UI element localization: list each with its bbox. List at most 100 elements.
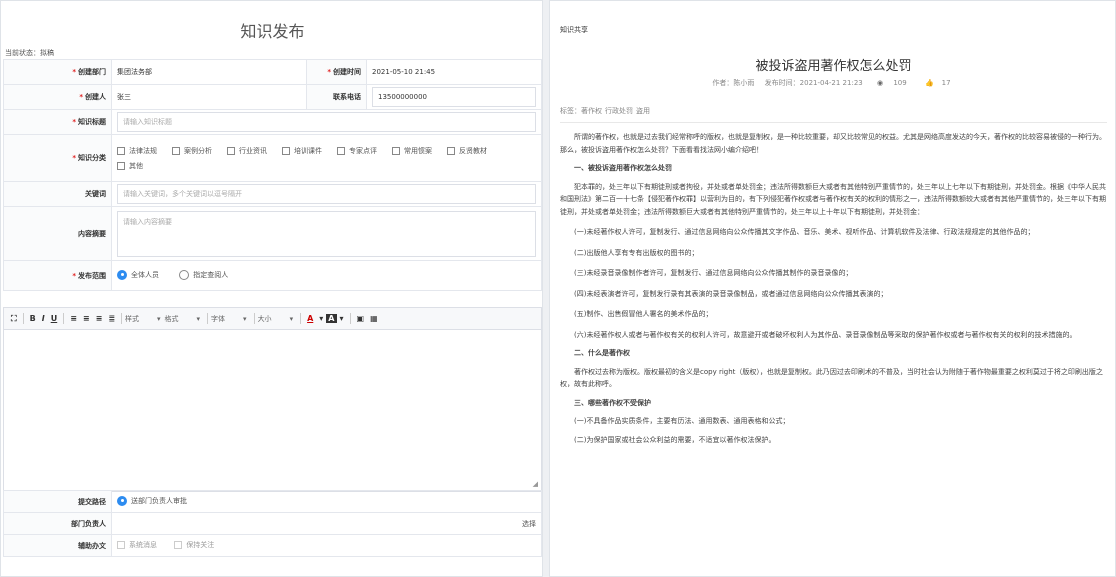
tag-item[interactable]: 盗用 — [636, 107, 650, 115]
tags-label: 标签： — [560, 107, 581, 115]
keywords-input[interactable] — [117, 184, 536, 204]
toolbar-divider — [22, 313, 24, 324]
caret-down-icon[interactable]: ▾ — [337, 314, 347, 323]
submit-path-label: 提交路径 — [3, 490, 112, 513]
thumbs-up-icon: 👍 — [924, 79, 934, 87]
font-color-button[interactable]: A — [304, 314, 316, 323]
breadcrumb[interactable]: 知识共享 — [560, 25, 588, 35]
caret-down-icon[interactable]: ▾ — [316, 314, 326, 323]
checkbox-icon — [172, 146, 180, 155]
scope-radio-specified[interactable]: 指定查阅人 — [179, 269, 228, 280]
checkbox-icon — [117, 146, 125, 155]
checkbox-icon — [282, 146, 290, 155]
section-heading: 三、哪些著作权不受保护 — [574, 398, 651, 407]
category-checkbox[interactable]: 培训课件 — [282, 146, 322, 156]
radio-checked-icon — [117, 495, 127, 506]
dept-value: 集团法务部 — [111, 59, 307, 85]
tag-item[interactable]: 著作权 — [581, 107, 602, 115]
fullscreen-icon[interactable]: ⛶ — [8, 314, 20, 324]
bold-button[interactable]: B — [27, 314, 39, 323]
category-label: * 知识分类 — [3, 134, 112, 182]
category-checkbox[interactable]: 专家点评 — [337, 146, 377, 156]
caret-down-icon: ▾ — [243, 314, 247, 323]
format-dropdown[interactable]: 格式 ▾ — [165, 314, 201, 324]
paragraph: 犯本罪的，处三年以下有期徒刑或者拘役，并处或者单处罚金；违法所得数额巨大或者有其… — [560, 182, 1106, 216]
paragraph: (二)出版他人享有专有出版权的图书的； — [574, 248, 699, 257]
editor-content-area[interactable] — [4, 330, 541, 490]
paragraph: (一)不具备作品实质条件，主要有历法、通用数表、通用表格和公式； — [574, 417, 790, 425]
assist-checkbox-follow[interactable]: 保持关注 — [174, 540, 214, 550]
paragraph: (六)未经著作权人或者与著作权有关的权利人许可，故意避开或者破坏权利人为其作品、… — [574, 330, 1077, 339]
toolbar-divider — [349, 313, 351, 324]
checkbox-icon — [447, 146, 455, 155]
category-checkbox[interactable]: 法律法规 — [117, 146, 157, 156]
radio-checked-icon — [117, 269, 127, 280]
category-checkbox[interactable]: 案例分析 — [172, 146, 212, 156]
size-dropdown[interactable]: 大小 ▾ — [258, 314, 294, 324]
align-left-icon[interactable]: ≡ — [67, 314, 80, 323]
category-checkbox-group: 法律法规 案例分析 行业资讯 培训课件 专家点评 常用惯案 反贤教材 其他 — [117, 146, 536, 171]
tag-item[interactable]: 行政处罚 — [605, 107, 633, 115]
toolbar-divider — [207, 313, 209, 324]
submit-table: 提交路径 送部门负责人审批 部门负责人 选择 辅助办文 系统消息 保持关注 — [3, 490, 542, 557]
toolbar-divider — [253, 313, 255, 324]
toolbar-divider — [63, 313, 65, 324]
resize-grip-icon[interactable]: ◢ — [533, 480, 538, 488]
title-label: * 知识标题 — [3, 109, 112, 135]
scope-radio-all[interactable]: 全体人员 — [117, 269, 159, 280]
summary-textarea[interactable] — [117, 210, 536, 257]
eye-icon: ◉ — [876, 79, 884, 87]
summary-label: 内容摘要 — [3, 206, 112, 261]
publish-time-text: 发布时间：2021-04-21 21:23 — [764, 79, 863, 87]
align-center-icon[interactable]: ≡ — [80, 314, 93, 323]
paragraph: (三)未经录音录像制作者许可，复制发行、通过信息网络向公众传播其制作的录音录像的… — [574, 269, 853, 277]
category-checkbox[interactable]: 行业资讯 — [227, 146, 267, 156]
article-body: 所谓的著作权，也就是过去我们经常称呼的版权，也就是复制权，是一种比较重要，却又比… — [560, 127, 1107, 446]
likes-count[interactable]: 👍 17 — [921, 79, 955, 87]
divider — [560, 122, 1107, 123]
paragraph: (四)未经表演者许可，复制发行录有其表演的录音录像制品，或者通过信息网络向公众传… — [574, 289, 888, 298]
editor-toolbar: ⛶ B I U ≡ ≡ ≡ ≣ 样式 ▾ 格式 ▾ 字体 ▾ 大小 ▾ A ▾ A ▾ ▣ … — [4, 308, 541, 330]
toolbar-divider — [121, 313, 123, 324]
checkbox-icon — [337, 146, 345, 155]
dept-label: * 创建部门 — [3, 59, 112, 85]
underline-button[interactable]: U — [48, 314, 61, 323]
image-icon[interactable]: ▣ — [354, 314, 368, 323]
article-meta: 作者：陈小雨 发布时间：2021-04-21 21:23 ◉ 109 👍 17 — [550, 78, 1115, 88]
paragraph: (二)为保护国家或社会公众利益的需要，不适宜以著作权法保护。 — [574, 435, 776, 444]
paragraph: 所谓的著作权，也就是过去我们经常称呼的版权，也就是复制权，是一种比较重要，却又比… — [560, 133, 1106, 154]
creator-value: 张三 — [111, 84, 307, 110]
category-checkbox[interactable]: 其他 — [117, 161, 143, 171]
form-table: * 创建部门 集团法务部 * 创建时间 2021-05-10 21:45 * 创建人 … — [3, 59, 542, 291]
author-text: 作者：陈小雨 — [712, 79, 755, 87]
phone-input[interactable] — [372, 87, 536, 107]
submit-path-radio[interactable]: 送部门负责人审批 — [117, 495, 187, 506]
views-count: ◉ 109 — [876, 79, 907, 87]
table-icon[interactable]: ▦ — [367, 314, 381, 323]
dept-head-label: 部门负责人 — [3, 512, 112, 535]
page-title: 知识发布 — [240, 22, 305, 41]
publish-form-panel: 知识发布 当前状态：拟稿 * 创建部门 集团法务部 * 创建时间 2021-05-1… — [0, 0, 543, 577]
knowledge-title-input[interactable] — [117, 112, 536, 132]
keywords-label: 关键词 — [3, 181, 112, 207]
toolbar-divider — [300, 313, 302, 324]
article-panel: 知识共享 被投诉盗用著作权怎么处罚 作者：陈小雨 发布时间：2021-04-21… — [549, 0, 1116, 577]
category-checkbox[interactable]: 反贤教材 — [447, 146, 487, 156]
assist-checkbox-sysmsg[interactable]: 系统消息 — [117, 540, 157, 550]
status-label: 当前状态：拟稿 — [5, 49, 54, 57]
font-dropdown[interactable]: 字体 ▾ — [211, 314, 247, 324]
caret-down-icon: ▾ — [196, 314, 201, 323]
time-label: * 创建时间 — [306, 59, 367, 85]
align-justify-icon[interactable]: ≣ — [105, 314, 118, 323]
bg-color-button[interactable]: A — [326, 314, 337, 323]
select-dept-head-button[interactable]: 选择 — [522, 519, 536, 529]
checkbox-icon — [227, 146, 235, 155]
style-dropdown[interactable]: 样式 ▾ — [125, 314, 161, 324]
creator-label: * 创建人 — [3, 84, 112, 110]
paragraph: (一)未经著作权人许可，复制发行、通过信息网络向公众传播其文字作品、音乐、美术、… — [574, 228, 1035, 236]
section-heading: 一、被投诉盗用著作权怎么处罚 — [574, 164, 672, 172]
category-checkbox[interactable]: 常用惯案 — [392, 146, 432, 156]
align-right-icon[interactable]: ≡ — [93, 314, 106, 323]
italic-button[interactable]: I — [39, 314, 48, 323]
checkbox-icon — [392, 146, 400, 155]
